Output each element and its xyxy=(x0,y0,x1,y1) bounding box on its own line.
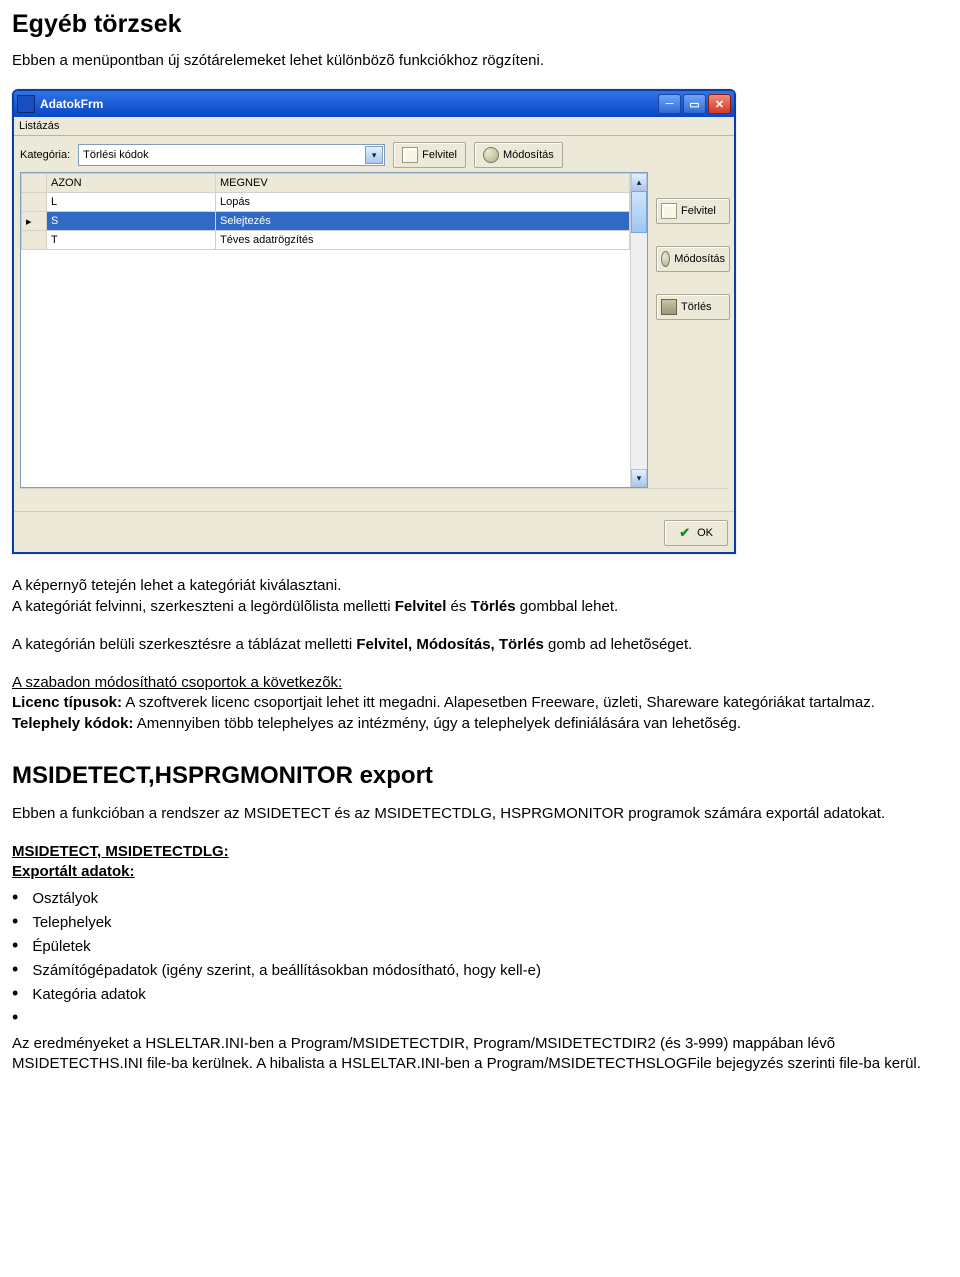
scroll-thumb[interactable] xyxy=(631,191,647,233)
scroll-track[interactable] xyxy=(631,191,647,469)
window-title: AdatokFrm xyxy=(40,97,656,111)
ok-button[interactable]: ✔ OK xyxy=(664,520,728,546)
data-grid[interactable]: AZON MEGNEV L Lopás ▸ S Selejtezés xyxy=(20,172,648,488)
grid-corner xyxy=(22,174,47,193)
document-icon xyxy=(661,203,677,219)
felvitel-label: Felvitel xyxy=(422,149,457,161)
cell-azon: S xyxy=(47,212,216,231)
section-title: MSIDETECT,HSPRGMONITOR export xyxy=(12,762,948,790)
list-item: •Telephelyek xyxy=(12,912,948,931)
intro-paragraph: Ebben a menüpontban új szótárelemeket le… xyxy=(12,51,948,71)
adatokfrm-window: AdatokFrm ─ ▭ ✕ Listázás Kategória: Törl… xyxy=(12,89,736,554)
minimize-button[interactable]: ─ xyxy=(658,94,681,114)
ok-label: OK xyxy=(697,527,713,539)
kategoria-label: Kategória: xyxy=(20,149,70,161)
paragraph: MSIDETECT, MSIDETECTDLG: Exportált adato… xyxy=(12,842,948,883)
check-icon: ✔ xyxy=(679,525,690,541)
modify-icon xyxy=(483,147,499,163)
side-button-panel: Felvitel Módosítás Törlés xyxy=(656,172,728,320)
client-area: Kategória: Törlési kódok ▾ Felvitel Módo… xyxy=(14,136,734,511)
paragraph: A kategórián belüli szerkesztésre a tábl… xyxy=(12,635,948,655)
col-megnev[interactable]: MEGNEV xyxy=(216,174,630,193)
document-icon xyxy=(402,147,418,163)
cell-megnev: Téves adatrögzítés xyxy=(216,231,630,250)
delete-icon xyxy=(661,299,677,315)
kategoria-combo[interactable]: Törlési kódok ▾ xyxy=(78,144,385,166)
grid-table: AZON MEGNEV L Lopás ▸ S Selejtezés xyxy=(21,173,630,250)
table-row[interactable]: ▸ S Selejtezés xyxy=(22,212,630,231)
paragraph: Ebben a funkcióban a rendszer az MSIDETE… xyxy=(12,804,948,824)
modify-icon xyxy=(661,251,670,267)
page-title: Egyéb törzsek xyxy=(12,10,948,39)
paragraph: A szabadon módosítható csoportok a követ… xyxy=(12,673,948,734)
row-head[interactable] xyxy=(22,231,47,250)
col-azon[interactable]: AZON xyxy=(47,174,216,193)
subhead: A szabadon módosítható csoportok a követ… xyxy=(12,674,342,691)
cell-azon: L xyxy=(47,193,216,212)
export-bullet-list: •Osztályok •Telephelyek •Épületek •Számí… xyxy=(12,888,948,1026)
list-item: •Kategória adatok xyxy=(12,984,948,1003)
scroll-up-icon[interactable]: ▴ xyxy=(631,173,647,191)
paragraph: Az eredményeket a HSLELTAR.INI-ben a Pro… xyxy=(12,1034,948,1075)
vertical-scrollbar[interactable]: ▴ ▾ xyxy=(630,173,647,487)
list-item: •Osztályok xyxy=(12,888,948,907)
row-head[interactable] xyxy=(22,193,47,212)
side-torles-label: Törlés xyxy=(681,301,712,313)
app-icon xyxy=(17,95,35,113)
maximize-button[interactable]: ▭ xyxy=(683,94,706,114)
menu-listazas[interactable]: Listázás xyxy=(19,120,59,132)
modositas-button[interactable]: Módosítás xyxy=(474,142,563,168)
titlebar: AdatokFrm ─ ▭ ✕ xyxy=(14,91,734,117)
paragraph: A képernyõ tetején lehet a kategóriát ki… xyxy=(12,576,948,617)
footer-bar: ✔ OK xyxy=(14,511,734,552)
side-felvitel-label: Felvitel xyxy=(681,205,716,217)
felvitel-button[interactable]: Felvitel xyxy=(393,142,466,168)
list-item: •Számítógépadatok (igény szerint, a beál… xyxy=(12,960,948,979)
list-item: •Épületek xyxy=(12,936,948,955)
table-row[interactable]: T Téves adatrögzítés xyxy=(22,231,630,250)
scroll-down-icon[interactable]: ▾ xyxy=(631,469,647,487)
close-button[interactable]: ✕ xyxy=(708,94,731,114)
list-item: • xyxy=(12,1008,948,1026)
chevron-down-icon[interactable]: ▾ xyxy=(365,146,383,164)
side-modositas-label: Módosítás xyxy=(674,253,725,265)
kategoria-value: Törlési kódok xyxy=(83,149,148,161)
side-torles-button[interactable]: Törlés xyxy=(656,294,730,320)
modositas-label: Módosítás xyxy=(503,149,554,161)
menubar: Listázás xyxy=(14,117,734,136)
side-felvitel-button[interactable]: Felvitel xyxy=(656,198,730,224)
grid-header-row: AZON MEGNEV xyxy=(22,174,630,193)
category-row: Kategória: Törlési kódok ▾ Felvitel Módo… xyxy=(20,142,728,168)
horizontal-scrollbar[interactable] xyxy=(20,488,728,503)
cell-megnev: Selejtezés xyxy=(216,212,630,231)
table-row[interactable]: L Lopás xyxy=(22,193,630,212)
cell-azon: T xyxy=(47,231,216,250)
row-head[interactable]: ▸ xyxy=(22,212,47,231)
side-modositas-button[interactable]: Módosítás xyxy=(656,246,730,272)
cell-megnev: Lopás xyxy=(216,193,630,212)
